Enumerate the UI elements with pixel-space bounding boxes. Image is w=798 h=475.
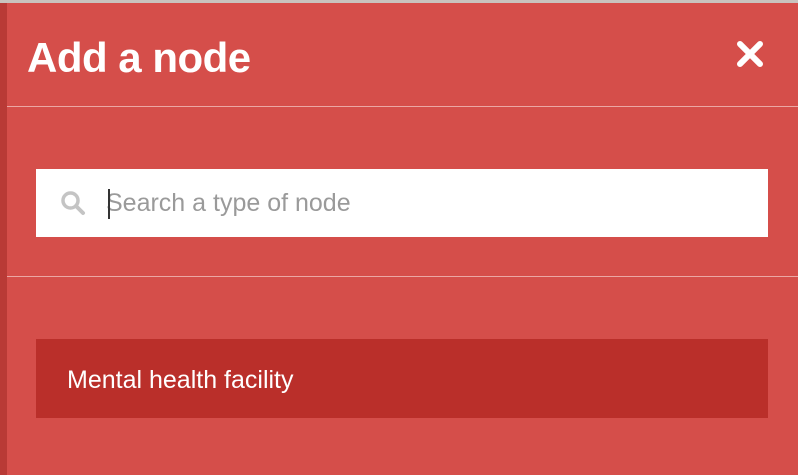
search-divider — [7, 276, 798, 277]
header-divider — [7, 106, 798, 107]
close-icon — [737, 41, 763, 67]
text-caret — [108, 189, 110, 219]
close-button[interactable] — [733, 37, 767, 71]
search-box[interactable] — [36, 169, 768, 237]
panel-title: Add a node — [27, 34, 251, 81]
list-item-label: Mental health facility — [67, 366, 294, 394]
search-icon — [61, 191, 85, 215]
list-item[interactable]: Mental health facility — [36, 339, 768, 418]
add-node-panel: Add a node Mental health facility — [0, 0, 798, 475]
search-input[interactable] — [106, 169, 756, 237]
panel-left-edge — [0, 3, 7, 475]
